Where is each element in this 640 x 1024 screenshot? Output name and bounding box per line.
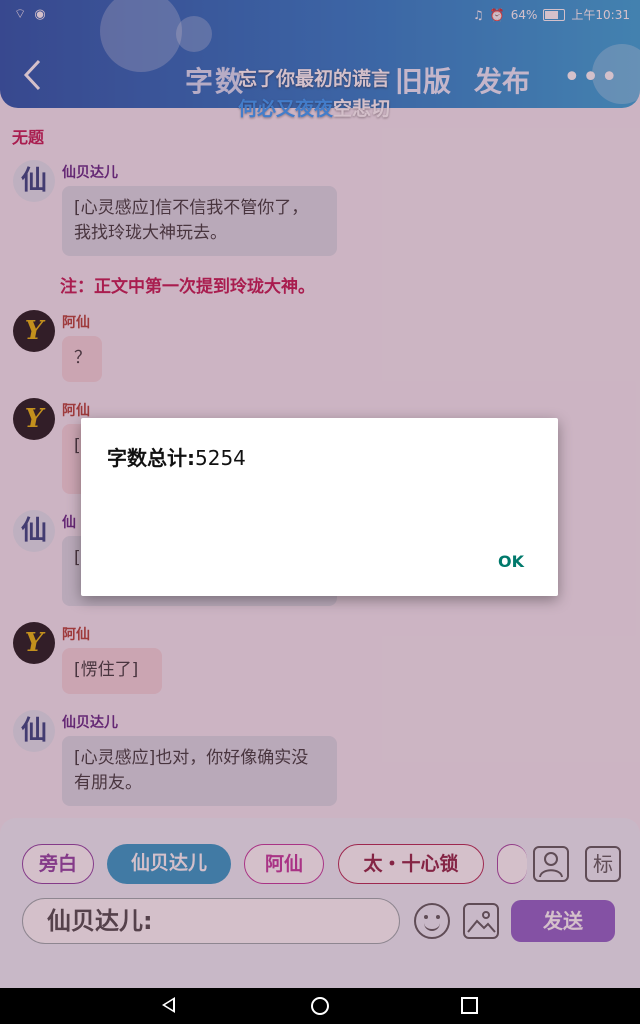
word-count-value: 5254 [195, 446, 246, 470]
recent-apps-icon[interactable] [461, 997, 478, 1014]
screen: ⌔ ◉ ♫ ⏰ 64% 上午10:31 字数 旧版 发布 ••• 忘了你最初的谎… [0, 0, 640, 1024]
home-icon[interactable] [311, 997, 329, 1015]
ok-button[interactable]: OK [498, 552, 524, 571]
word-count-dialog: 字数总计:5254 OK [81, 418, 558, 596]
back-icon-inner [165, 1000, 173, 1010]
dialog-message: 字数总计:5254 [107, 442, 246, 471]
dialog-label: 字数总计: [107, 446, 195, 470]
